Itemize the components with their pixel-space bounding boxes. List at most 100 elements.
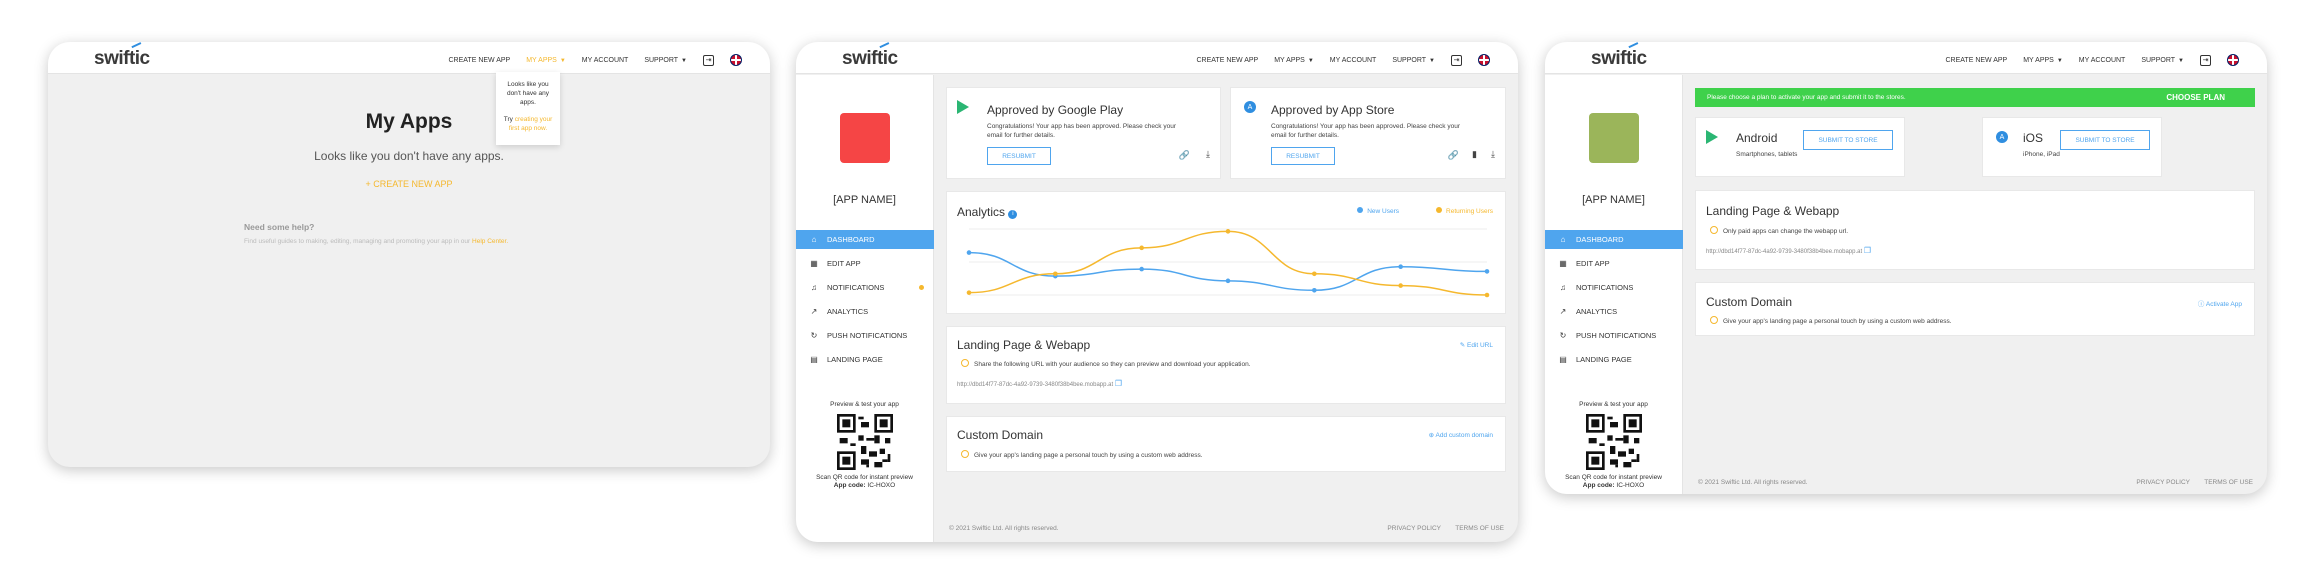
nav-my-apps[interactable]: MY APPS ▼ xyxy=(526,57,566,64)
data-point[interactable] xyxy=(1225,278,1231,284)
swiftic-logo[interactable]: swiftic xyxy=(1591,42,1647,70)
info-icon[interactable]: i xyxy=(1008,209,1018,219)
data-point[interactable] xyxy=(1139,266,1144,272)
top-nav: CREATE NEW APP MY APPS ▼ MY ACCOUNT SUPPO… xyxy=(1197,54,1490,66)
nav-support[interactable]: SUPPORT ▼ xyxy=(2141,57,2184,64)
uk-flag-icon[interactable] xyxy=(1478,54,1490,66)
sidebar-item-push-notifications[interactable]: ↻ PUSH NOTIFICATIONS xyxy=(1545,326,1683,345)
top-nav: CREATE NEW APP MY APPS ▼ MY ACCOUNT SUPPO… xyxy=(1946,54,2239,66)
data-point[interactable] xyxy=(1312,271,1317,277)
pencil-icon: ✎ xyxy=(1459,342,1467,349)
submit-to-store-button[interactable]: SUBMIT TO STORE xyxy=(2060,130,2150,150)
nav-my-apps[interactable]: MY APPS ▼ xyxy=(2023,57,2063,64)
data-point[interactable] xyxy=(1398,264,1403,270)
sidebar-item-analytics[interactable]: ↗ ANALYTICS xyxy=(796,302,934,321)
sidebar-item-dashboard[interactable]: ⌂ DASHBOARD xyxy=(1545,230,1683,249)
window-dashboard-unpaid: swiftic CREATE NEW APP MY APPS ▼ MY ACCOU… xyxy=(1545,42,2267,494)
qr-code[interactable] xyxy=(1585,414,1642,470)
sidebar-item-label: PUSH NOTIFICATIONS xyxy=(827,331,908,340)
nav-support[interactable]: SUPPORT ▼ xyxy=(644,57,687,64)
nav-my-apps[interactable]: MY APPS ▼ xyxy=(1274,57,1314,64)
create-new-app-link[interactable]: + CREATE NEW APP xyxy=(48,179,770,189)
sidebar-item-push-notifications[interactable]: ↻ PUSH NOTIFICATIONS xyxy=(796,326,934,345)
dropdown-text: Looks like you xyxy=(507,81,549,88)
swiftic-logo[interactable]: swiftic xyxy=(842,42,898,70)
download-icon[interactable]: ⤓ xyxy=(1491,149,1495,160)
nav-create-new-app[interactable]: CREATE NEW APP xyxy=(1946,57,2008,64)
landing-url[interactable]: http://dbd14f77-87dc-4a92-9739-3480f38b4… xyxy=(957,379,1122,390)
custom-domain-card: Custom Domain ⊕ Add custom domain Give y… xyxy=(946,416,1506,472)
activate-app-label: Activate App xyxy=(2205,301,2242,308)
resubmit-button[interactable]: RESUBMIT xyxy=(1271,147,1335,165)
window-dashboard-approved: swiftic CREATE NEW APP MY APPS ▼ MY ACCOU… xyxy=(796,42,1518,542)
download-icon[interactable]: ⤓ xyxy=(1206,149,1210,160)
data-point[interactable] xyxy=(1484,292,1490,298)
nav-create-new-app[interactable]: CREATE NEW APP xyxy=(1197,57,1259,64)
top-nav: CREATE NEW APP MY APPS ▼ MY ACCOUNT SUPPO… xyxy=(449,54,742,66)
legend-dot xyxy=(1436,207,1443,213)
data-point[interactable] xyxy=(1139,245,1144,251)
choose-plan-button[interactable]: CHOOSE PLAN xyxy=(2166,93,2225,102)
nav-my-account[interactable]: MY ACCOUNT xyxy=(582,57,629,64)
bell-icon: ♫ xyxy=(1560,283,1566,292)
resubmit-button[interactable]: RESUBMIT xyxy=(987,147,1051,165)
app-store-text-line: Congratulations! Your app has been appro… xyxy=(1271,123,1460,130)
data-point[interactable] xyxy=(966,290,972,295)
swiftic-logo[interactable]: swiftic xyxy=(94,42,150,70)
uk-flag-icon[interactable] xyxy=(730,54,742,66)
logout-icon[interactable]: ⇥ xyxy=(2200,54,2211,66)
data-point[interactable] xyxy=(1053,271,1058,277)
sidebar: [APP NAME] ⌂ DASHBOARD ▦ EDIT APP ♫ NOTIFIC… xyxy=(1545,75,1683,494)
file-icon[interactable]: ▮ xyxy=(1472,149,1477,160)
copy-icon[interactable]: ❐ xyxy=(1864,246,1871,255)
privacy-policy-link[interactable]: PRIVACY POLICY xyxy=(2136,479,2190,486)
nav-create-new-app[interactable]: CREATE NEW APP xyxy=(449,57,511,64)
privacy-policy-link[interactable]: PRIVACY POLICY xyxy=(1387,525,1441,532)
nav-my-apps-label: MY APPS xyxy=(526,56,557,64)
sidebar-item-landing-page[interactable]: ▤ LANDING PAGE xyxy=(1545,350,1683,369)
sidebar-item-label: NOTIFICATIONS xyxy=(1576,283,1634,292)
data-point[interactable] xyxy=(966,250,972,255)
custom-domain-text-body: Give your app's landing page a personal … xyxy=(974,452,1203,459)
landing-url-text: http://dbd14f77-87dc-4a92-9739-3480f38b4… xyxy=(1706,249,1863,255)
terms-of-use-link[interactable]: TERMS OF USE xyxy=(2204,479,2253,486)
top-bar: swiftic CREATE NEW APP MY APPS ▼ MY ACCOU… xyxy=(1545,42,2267,74)
sidebar-item-landing-page[interactable]: ▤ LANDING PAGE xyxy=(796,350,934,369)
link-icon[interactable]: 🔗 xyxy=(1179,150,1190,161)
nav-my-account[interactable]: MY ACCOUNT xyxy=(1330,57,1377,64)
data-point[interactable] xyxy=(1312,287,1317,293)
nav-my-account[interactable]: MY ACCOUNT xyxy=(2079,57,2126,64)
help-center-link[interactable]: Help Center. xyxy=(472,238,508,245)
analytics-card: Analytics i New Users Returning Users xyxy=(946,191,1506,314)
logout-icon[interactable]: ⇥ xyxy=(1451,54,1462,66)
sidebar-item-edit-app[interactable]: ▦ EDIT APP xyxy=(1545,254,1683,273)
nav-support[interactable]: SUPPORT ▼ xyxy=(1392,57,1435,64)
sidebar-item-notifications[interactable]: ♫ NOTIFICATIONS xyxy=(796,278,934,297)
sidebar-item-notifications[interactable]: ♫ NOTIFICATIONS xyxy=(1545,278,1683,297)
terms-of-use-link[interactable]: TERMS OF USE xyxy=(1455,525,1504,532)
sidebar-item-analytics[interactable]: ↗ ANALYTICS xyxy=(1545,302,1683,321)
copy-icon[interactable]: ❐ xyxy=(1115,379,1122,388)
plus-circle-icon: ⊕ xyxy=(1428,432,1436,439)
app-icon xyxy=(840,113,890,163)
app-store-text-line: email for further details. xyxy=(1271,132,1339,139)
ios-subtitle: iPhone, iPad xyxy=(2023,151,2060,158)
analytics-chart[interactable] xyxy=(957,225,1497,307)
analytics-title: Analytics i xyxy=(957,205,1018,219)
activate-app-link[interactable]: ⓘ Activate App xyxy=(2198,298,2242,308)
edit-url-link[interactable]: ✎ Edit URL xyxy=(1460,341,1493,349)
qr-code[interactable] xyxy=(836,414,893,470)
add-custom-domain-link[interactable]: ⊕ Add custom domain xyxy=(1429,431,1493,439)
sidebar-item-dashboard[interactable]: ⌂ DASHBOARD xyxy=(796,230,934,249)
chevron-down-icon: ▼ xyxy=(559,57,566,64)
sidebar-item-edit-app[interactable]: ▦ EDIT APP xyxy=(796,254,934,273)
uk-flag-icon[interactable] xyxy=(2227,54,2239,66)
data-point[interactable] xyxy=(1225,229,1231,234)
data-point[interactable] xyxy=(1484,269,1490,274)
logout-icon[interactable]: ⇥ xyxy=(703,54,714,66)
landing-url[interactable]: http://dbd14f77-87dc-4a92-9739-3480f38b4… xyxy=(1706,246,1871,257)
link-icon[interactable]: 🔗 xyxy=(1448,150,1459,161)
window-my-apps: swiftic CREATE NEW APP MY APPS ▼ MY ACCOU… xyxy=(48,42,770,467)
submit-to-store-button[interactable]: SUBMIT TO STORE xyxy=(1803,130,1893,150)
data-point[interactable] xyxy=(1398,283,1403,288)
